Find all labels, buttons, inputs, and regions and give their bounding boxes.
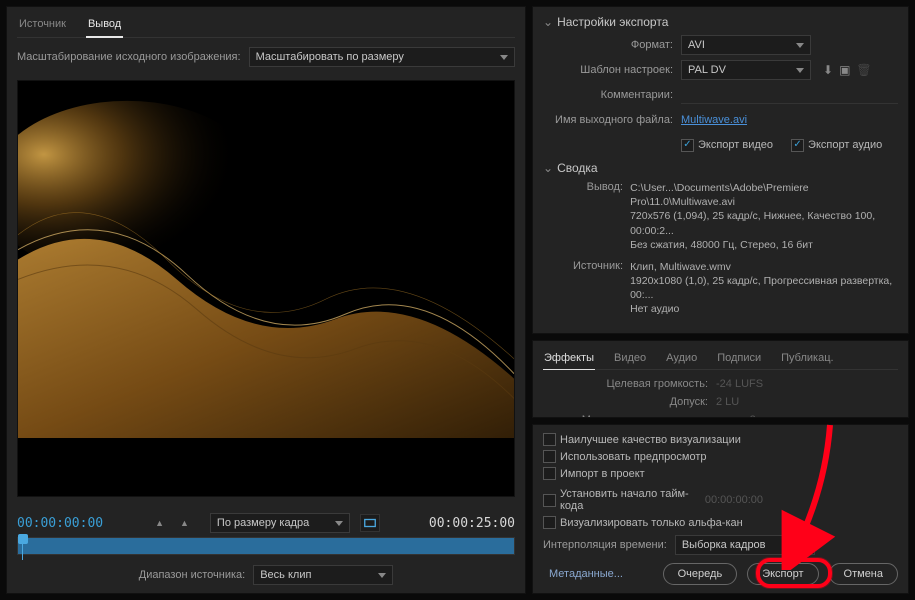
set-timecode-value: 00:00:00:00 [705,494,763,506]
preview-tabs: Источник Вывод [17,15,515,38]
fit-select[interactable]: По размеру кадра [210,513,350,533]
alpha-only-label: Визуализировать только альфа-кан [560,517,743,529]
aspect-ratio-button[interactable] [360,514,380,532]
target-loudness-label: Целевая громкость: [543,378,708,390]
tolerance-label: Допуск: [543,396,708,408]
scale-select[interactable]: Масштабировать по размеру [249,47,515,67]
comments-label: Комментарии: [543,89,673,101]
time-interp-label: Интерполяция времени: [543,539,667,551]
preset-select[interactable]: PAL DV [681,60,811,80]
export-button[interactable]: Экспорт [747,563,818,585]
time-interp-select[interactable]: Выборка кадров [675,535,815,555]
save-preset-icon[interactable]: ⬇ [823,63,833,77]
comments-field[interactable] [681,86,898,104]
scale-label: Масштабирование исходного изображения: [17,51,241,63]
settings-tabs-section: Эффекты Видео Аудио Подписи Публикац. Це… [532,340,909,418]
summary-collapse-icon[interactable]: ⌄ [543,161,553,175]
use-preview-label: Использовать предпросмотр [560,451,707,463]
tab-effects[interactable]: Эффекты [543,349,595,370]
export-audio-checkbox[interactable] [791,139,804,152]
summary-title: Сводка [557,161,598,175]
import-project-checkbox[interactable] [543,467,556,480]
export-settings-title: Настройки экспорта [557,15,668,29]
best-quality-label: Наилучшее качество визуализации [560,434,741,446]
tab-captions[interactable]: Подписи [716,349,762,369]
source-range-label: Диапазон источника: [139,569,245,581]
output-file-link[interactable]: Multiwave.avi [681,114,747,126]
collapse-icon[interactable]: ⌄ [543,15,553,29]
export-video-label: Экспорт видео [698,139,773,151]
preset-label: Шаблон настроек: [543,64,673,76]
use-preview-checkbox[interactable] [543,450,556,463]
summary-source-text: Клип, Multiwave.wmv 1920x1080 (1,0), 25 … [630,260,895,317]
metadata-button[interactable]: Метаданные... [543,564,629,584]
export-video-checkbox[interactable] [681,139,694,152]
bottom-options-section: Наилучшее качество визуализации Использо… [532,424,909,594]
tab-video[interactable]: Видео [613,349,647,369]
cancel-button[interactable]: Отмена [829,563,898,585]
timeline-track[interactable] [17,537,515,555]
set-timecode-label: Установить начало тайм-кода [560,488,697,512]
tab-output[interactable]: Вывод [86,15,123,38]
set-timecode-checkbox[interactable] [543,494,556,507]
mark-in-icon[interactable]: ▲ [152,518,167,528]
summary-source-label: Источник: [553,260,623,272]
import-project-label: Импорт в проект [560,468,645,480]
summary-output-text: C:\User...\Documents\Adobe\Premiere Pro\… [630,181,895,252]
timecode-out: 00:00:25:00 [429,516,515,531]
peak-label: Макс. уров. ист. пик. значения: [543,414,738,418]
playhead[interactable] [18,534,28,544]
timecode-in[interactable]: 00:00:00:00 [17,516,103,531]
format-label: Формат: [543,39,673,51]
video-preview[interactable] [17,80,515,497]
output-file-label: Имя выходного файла: [543,114,673,126]
tolerance-value: 2 LU [716,396,739,408]
export-settings-section: ⌄ Настройки экспорта Формат: AVI Шаблон н… [532,6,909,334]
summary-output-label: Вывод: [553,181,623,193]
preview-panel: Источник Вывод Масштабирование исходного… [6,6,526,594]
format-select[interactable]: AVI [681,35,811,55]
import-preset-icon[interactable]: ▣ [839,63,850,77]
target-loudness-value: -24 LUFS [716,378,763,390]
best-quality-checkbox[interactable] [543,433,556,446]
delete-preset-icon: 🗑 [856,63,871,77]
mark-out-icon[interactable]: ▲ [177,518,192,528]
export-audio-label: Экспорт аудио [808,139,882,151]
queue-button[interactable]: Очередь [663,563,738,585]
tab-source[interactable]: Источник [17,15,68,37]
peak-value: -2 [746,414,756,418]
tab-publish[interactable]: Публикац. [780,349,834,369]
tab-audio[interactable]: Аудио [665,349,698,369]
alpha-only-checkbox[interactable] [543,516,556,529]
source-range-select[interactable]: Весь клип [253,565,393,585]
